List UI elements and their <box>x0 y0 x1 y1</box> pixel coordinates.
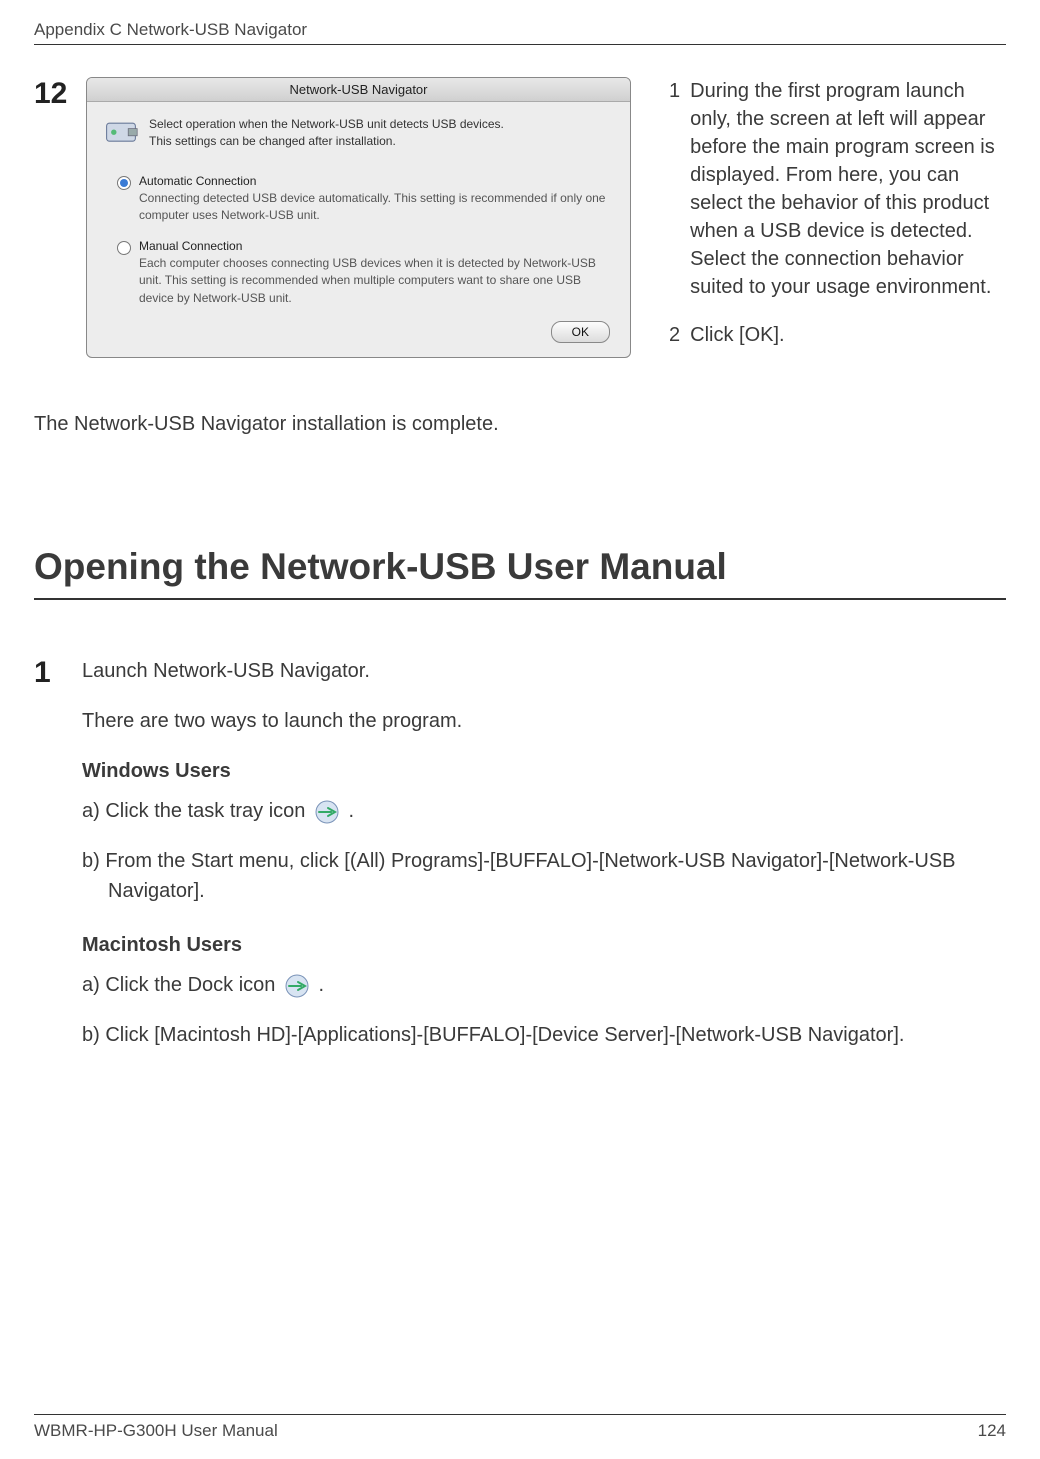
option1-desc: Connecting detected USB device automatic… <box>139 190 614 225</box>
appendix-label: Appendix C Network-USB Navigator <box>34 20 307 40</box>
step1-line2: There are two ways to launch the program… <box>82 706 1006 736</box>
footer-left: WBMR-HP-G300H User Manual <box>34 1421 278 1441</box>
page-header: Appendix C Network-USB Navigator <box>34 20 1006 45</box>
step-12-row: 12 Network-USB Navigator Select operatio… <box>34 77 1006 369</box>
ok-button[interactable]: OK <box>551 321 610 343</box>
radio-selected-icon[interactable] <box>117 176 131 190</box>
mac-a-post: . <box>319 974 325 996</box>
dock-icon <box>283 973 311 999</box>
usb-icon <box>103 116 139 152</box>
step-number-1: 1 <box>34 656 56 1070</box>
macintosh-users-heading: Macintosh Users <box>82 930 1006 960</box>
windows-users-heading: Windows Users <box>82 756 1006 786</box>
option1-title: Automatic Connection <box>139 174 614 188</box>
footer-page-number: 124 <box>978 1421 1006 1441</box>
note-1: 1 During the ﬁrst program launch only, t… <box>669 77 1006 301</box>
side-notes: 1 During the ﬁrst program launch only, t… <box>643 77 1006 369</box>
ok-row: OK <box>103 321 614 343</box>
page-footer: WBMR-HP-G300H User Manual 124 <box>34 1414 1006 1441</box>
dialog-window: Network-USB Navigator Select operation w… <box>86 77 631 358</box>
mac-step-b: b) Click [Macintosh HD]-[Applications]-[… <box>82 1020 1006 1050</box>
option-automatic-text: Automatic Connection Connecting detected… <box>139 174 614 225</box>
dialog-intro-row: Select operation when the Network-USB un… <box>103 116 614 152</box>
note-1-num: 1 <box>669 77 680 301</box>
step-1-body: Launch Network-USB Navigator. There are … <box>82 656 1006 1070</box>
option2-desc: Each computer chooses connecting USB dev… <box>139 255 614 307</box>
step-1-row: 1 Launch Network-USB Navigator. There ar… <box>34 656 1006 1070</box>
step1-line1: Launch Network-USB Navigator. <box>82 656 1006 686</box>
option2-title: Manual Connection <box>139 239 614 253</box>
section-heading: Opening the Network-USB User Manual <box>34 546 1006 600</box>
win-a-post: . <box>349 800 355 822</box>
option-automatic[interactable]: Automatic Connection Connecting detected… <box>117 174 614 225</box>
option-manual[interactable]: Manual Connection Each computer chooses … <box>117 239 614 307</box>
option-manual-text: Manual Connection Each computer chooses … <box>139 239 614 307</box>
note-1-text: During the ﬁrst program launch only, the… <box>690 77 1006 301</box>
radio-unselected-icon[interactable] <box>117 241 131 255</box>
dialog-intro-text: Select operation when the Network-USB un… <box>149 116 504 151</box>
note-2-text: Click [OK]. <box>690 321 784 349</box>
dialog-title: Network-USB Navigator <box>87 78 630 102</box>
note-2: 2 Click [OK]. <box>669 321 1006 349</box>
mac-a-pre: a) Click the Dock icon <box>82 974 281 996</box>
windows-step-a: a) Click the task tray icon . <box>82 796 1006 826</box>
step-number-12: 12 <box>34 77 74 111</box>
install-complete-text: The Network-USB Navigator installation i… <box>34 413 1006 436</box>
dialog-body: Select operation when the Network-USB un… <box>87 102 630 357</box>
mac-step-a: a) Click the Dock icon . <box>82 970 1006 1000</box>
windows-step-b: b) From the Start menu, click [(All) Pro… <box>82 846 1006 906</box>
note-2-num: 2 <box>669 321 680 349</box>
tray-icon <box>313 799 341 825</box>
win-a-pre: a) Click the task tray icon <box>82 800 311 822</box>
